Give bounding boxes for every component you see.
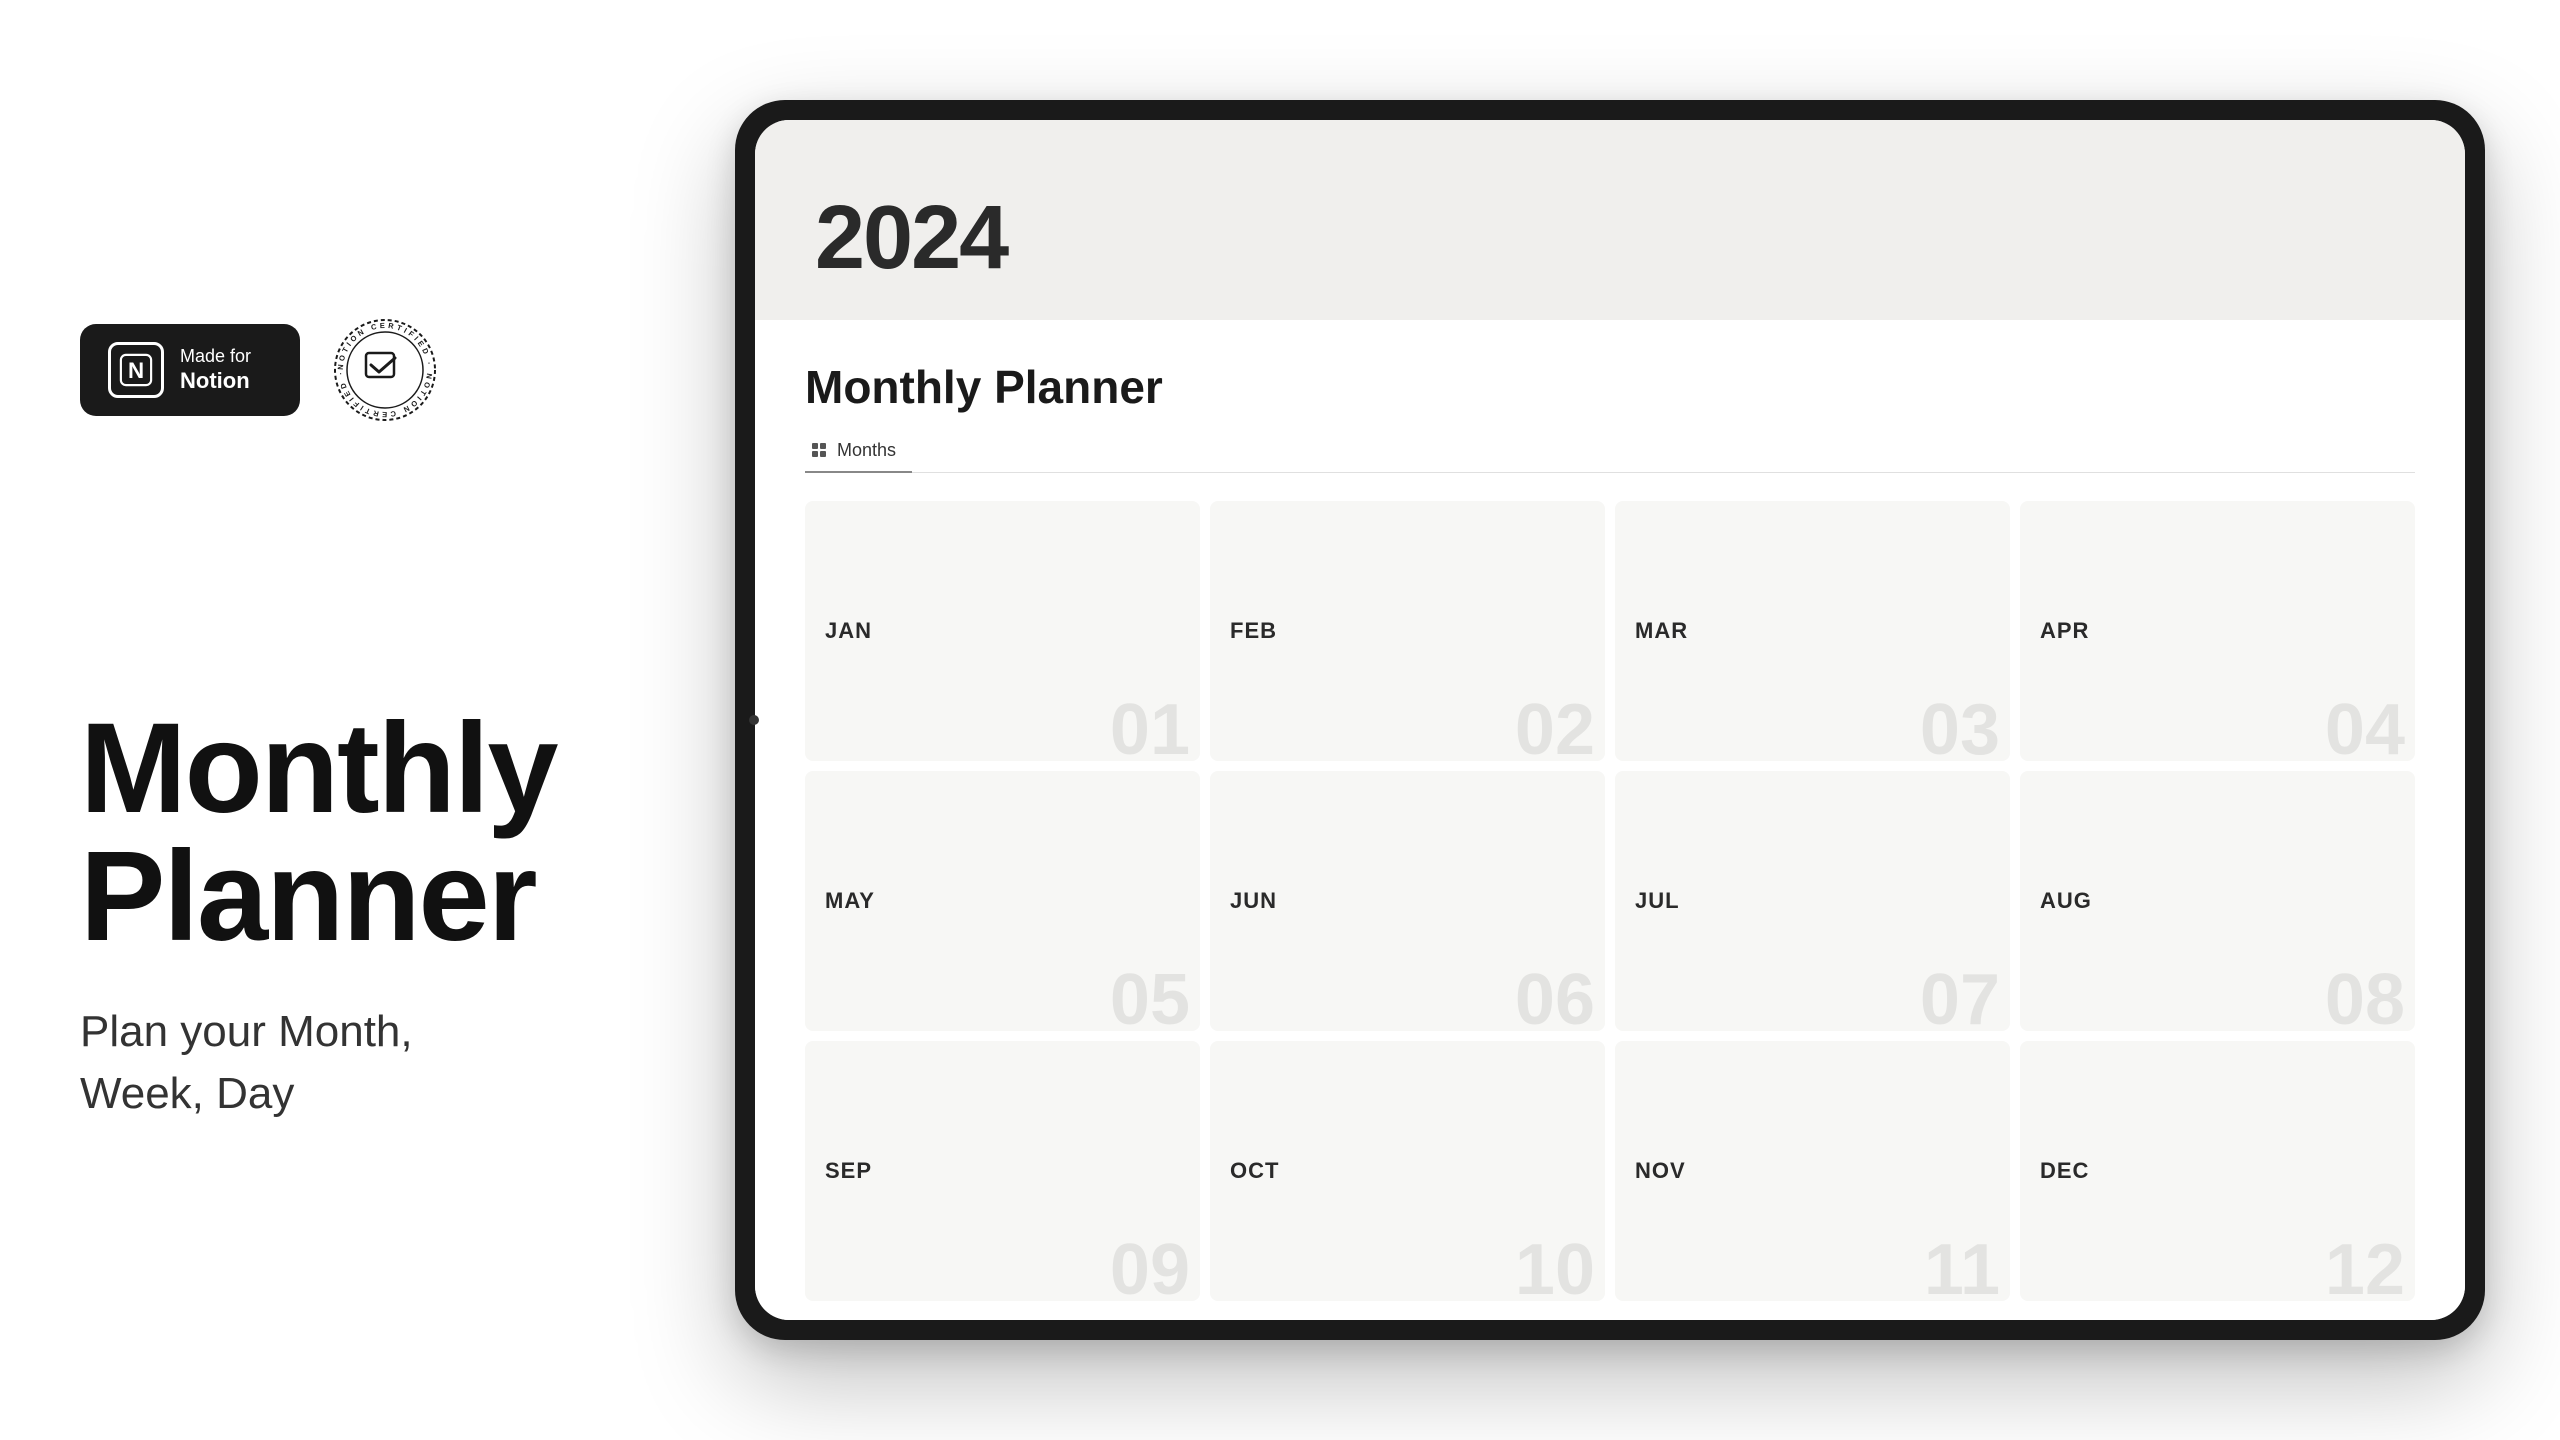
month-abbr: AUG: [2040, 888, 2092, 914]
left-panel: N Made for Notion NOTION CERT: [0, 0, 620, 1440]
month-number: 08: [2325, 964, 2405, 1031]
view-tabs: Months: [805, 432, 2415, 473]
screen-header: 2024: [755, 120, 2465, 320]
month-number: 06: [1515, 964, 1595, 1031]
right-panel: 2024 Monthly Planner: [620, 0, 2560, 1440]
month-cell[interactable]: JUN 06: [1210, 771, 1605, 1031]
month-number: 07: [1920, 964, 2000, 1031]
month-cell[interactable]: AUG 08: [2020, 771, 2415, 1031]
month-cell[interactable]: NOV 11: [1615, 1041, 2010, 1301]
year-title: 2024: [815, 187, 1007, 290]
month-abbr: JAN: [825, 618, 872, 644]
grid-icon: [811, 442, 829, 460]
month-cell[interactable]: JUL 07: [1615, 771, 2010, 1031]
month-cell[interactable]: JAN 01: [805, 501, 1200, 761]
month-cell[interactable]: SEP 09: [805, 1041, 1200, 1301]
svg-text:NOTION CERTIFIED · NOTION CERT: NOTION CERTIFIED · NOTION CERTIFIED ·: [336, 321, 434, 419]
month-number: 03: [1920, 694, 2000, 761]
month-number: 09: [1110, 1234, 1190, 1301]
month-number: 05: [1110, 964, 1190, 1031]
tablet-wrapper: 2024 Monthly Planner: [735, 100, 2485, 1340]
tablet-frame: 2024 Monthly Planner: [735, 100, 2485, 1340]
month-abbr: JUN: [1230, 888, 1277, 914]
notion-n-icon: N: [118, 352, 154, 388]
made-for-label: Made for: [180, 346, 251, 368]
month-abbr: OCT: [1230, 1158, 1279, 1184]
made-for-notion-text: Made for Notion: [180, 346, 251, 394]
badges-row: N Made for Notion NOTION CERT: [80, 315, 560, 425]
notion-icon-box: N: [108, 342, 164, 398]
months-grid: JAN 01 FEB 02 MAR 03 APR 04 MAY 05 JUN 0…: [805, 501, 2415, 1301]
notion-label: Notion: [180, 368, 251, 394]
month-abbr: MAR: [1635, 618, 1688, 644]
month-abbr: SEP: [825, 1158, 872, 1184]
tablet-screen: 2024 Monthly Planner: [755, 120, 2465, 1320]
month-cell[interactable]: MAY 05: [805, 771, 1200, 1031]
screen-content: Monthly Planner Months: [755, 320, 2465, 1320]
month-cell[interactable]: DEC 12: [2020, 1041, 2415, 1301]
month-abbr: DEC: [2040, 1158, 2089, 1184]
month-number: 04: [2325, 694, 2405, 761]
month-abbr: APR: [2040, 618, 2089, 644]
month-abbr: FEB: [1230, 618, 1277, 644]
month-cell[interactable]: MAR 03: [1615, 501, 2010, 761]
month-number: 01: [1110, 694, 1190, 761]
months-tab[interactable]: Months: [805, 432, 912, 473]
svg-text:N: N: [128, 358, 144, 383]
month-abbr: NOV: [1635, 1158, 1686, 1184]
month-cell[interactable]: APR 04: [2020, 501, 2415, 761]
month-number: 11: [1924, 1234, 2000, 1301]
month-cell[interactable]: FEB 02: [1210, 501, 1605, 761]
month-number: 12: [2325, 1234, 2405, 1301]
month-abbr: MAY: [825, 888, 875, 914]
main-title: Monthly Planner: [80, 705, 560, 961]
planner-page-title: Monthly Planner: [805, 360, 2415, 414]
hero-subtitle: Plan your Month,Week, Day: [80, 1001, 560, 1124]
notion-certified-badge: NOTION CERTIFIED · NOTION CERTIFIED ·: [330, 315, 440, 425]
month-number: 02: [1515, 694, 1595, 761]
made-for-notion-badge: N Made for Notion: [80, 324, 300, 416]
certified-svg: NOTION CERTIFIED · NOTION CERTIFIED ·: [330, 315, 440, 425]
month-number: 10: [1515, 1234, 1595, 1301]
month-abbr: JUL: [1635, 888, 1680, 914]
month-cell[interactable]: OCT 10: [1210, 1041, 1605, 1301]
